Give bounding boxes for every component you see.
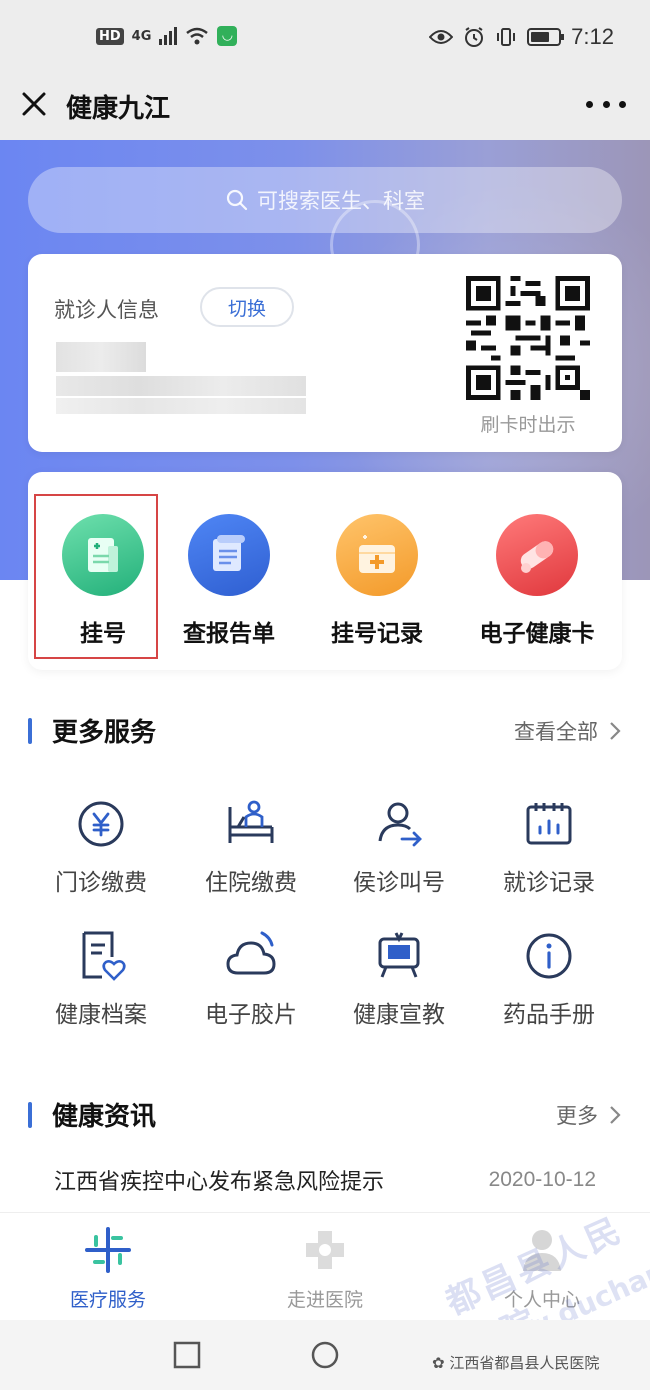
more-dots-icon[interactable]	[586, 92, 626, 116]
service-outpatient-payment[interactable]: 门诊缴费	[26, 797, 176, 907]
tab-label: 走进医院	[286, 1289, 363, 1311]
wifi-icon	[186, 27, 209, 45]
calendar-chart-icon	[526, 803, 572, 845]
info-icon	[526, 933, 572, 979]
signal-icon	[159, 27, 178, 45]
close-icon[interactable]	[16, 86, 52, 122]
status-left: HD 4G ◡	[96, 26, 238, 46]
quick-item-report[interactable]: 查报告单	[154, 472, 304, 670]
chevron-right-icon	[610, 722, 621, 740]
quick-label-health-card: 电子健康卡	[479, 621, 595, 647]
wechat-icon: ✿	[432, 1354, 445, 1372]
account-name: 江西省都昌县人民医院	[449, 1354, 600, 1372]
tab-label: 医疗服务	[69, 1289, 146, 1311]
quick-item-health-card[interactable]: 电子健康卡	[462, 472, 612, 670]
tab-hospital[interactable]: 走进医院	[217, 1213, 433, 1321]
news-item-title: 江西省疾控中心发布紧急风险提示	[54, 1170, 385, 1195]
medical-service-icon	[85, 1227, 131, 1273]
chevron-right-icon	[610, 1106, 621, 1124]
vibrate-icon	[497, 28, 516, 46]
account-watermark: ✿ 江西省都昌县人民医院	[432, 1352, 599, 1373]
qr-code[interactable]	[466, 276, 590, 400]
highlight-box	[34, 494, 158, 659]
service-label: 住院缴费	[205, 870, 297, 896]
page-title: 健康九江	[66, 94, 171, 124]
record-icon	[336, 514, 418, 596]
service-label: 就诊记录	[503, 870, 595, 896]
status-bar: HD 4G ◡ 7:12	[0, 0, 650, 72]
pill-icon	[496, 514, 578, 596]
recent-apps-icon[interactable]	[172, 1340, 202, 1370]
patient-card: 就诊人信息 切换 刷卡时出示	[28, 254, 622, 452]
more-services-header: 更多服务 查看全部	[28, 710, 622, 750]
service-label: 电子胶片	[205, 1002, 297, 1028]
service-drug-manual[interactable]: 药品手册	[474, 929, 624, 1039]
yuan-icon	[78, 801, 124, 847]
service-queue-call[interactable]: 侯诊叫号	[324, 797, 474, 907]
network-type: 4G	[131, 28, 152, 44]
battery-icon	[527, 28, 565, 46]
health-news-header: 健康资讯 更多	[28, 1094, 622, 1134]
news-more-label: 更多	[556, 1104, 598, 1128]
service-label: 健康档案	[55, 1002, 147, 1028]
service-label: 健康宣教	[353, 1002, 445, 1028]
quick-label-report: 查报告单	[183, 621, 275, 647]
search-placeholder: 可搜索医生、科室	[257, 189, 425, 213]
bed-icon	[228, 800, 274, 843]
tv-icon	[378, 932, 420, 978]
patient-info-label: 就诊人信息	[54, 298, 159, 322]
view-all-label: 查看全部	[514, 720, 598, 744]
health-file-icon	[82, 931, 126, 981]
clock: 7:12	[571, 24, 614, 49]
search-icon	[226, 189, 248, 211]
service-visit-records[interactable]: 就诊记录	[474, 797, 624, 907]
cloud-icon	[226, 931, 276, 975]
status-right: 7:12	[429, 24, 614, 50]
service-label: 门诊缴费	[55, 870, 147, 896]
service-e-film[interactable]: 电子胶片	[176, 929, 326, 1039]
queue-icon	[378, 802, 422, 847]
hospital-cross-icon	[306, 1231, 344, 1269]
section-accent-bar	[28, 1102, 32, 1128]
tab-medical-service[interactable]: 医疗服务	[0, 1213, 216, 1321]
more-services-title: 更多服务	[52, 718, 157, 748]
switch-patient-button[interactable]: 切换	[200, 287, 294, 327]
title-bar: 健康九江	[0, 72, 650, 140]
alarm-icon	[465, 27, 484, 47]
service-health-file[interactable]: 健康档案	[26, 929, 176, 1039]
news-item-date: 2020-10-12	[488, 1168, 596, 1191]
quick-item-register-record[interactable]: 挂号记录	[302, 472, 452, 670]
quick-label-register-record: 挂号记录	[331, 621, 423, 647]
news-item[interactable]: 江西省疾控中心发布紧急风险提示 2020-10-12	[54, 1162, 596, 1198]
eye-icon	[429, 30, 454, 44]
service-inpatient-payment[interactable]: 住院缴费	[176, 797, 326, 907]
search-input[interactable]: 可搜索医生、科室	[28, 167, 622, 233]
view-all-link[interactable]: 查看全部	[514, 716, 622, 746]
hd-badge: HD	[96, 27, 124, 45]
section-accent-bar	[28, 718, 32, 744]
service-label: 药品手册	[503, 1002, 595, 1028]
news-more-link[interactable]: 更多	[556, 1100, 622, 1130]
report-icon	[188, 514, 270, 596]
service-label: 侯诊叫号	[353, 870, 445, 896]
home-icon[interactable]	[310, 1340, 340, 1370]
security-app-icon: ◡	[217, 26, 238, 46]
service-health-education[interactable]: 健康宣教	[324, 929, 474, 1039]
health-news-title: 健康资讯	[52, 1102, 157, 1132]
qr-caption: 刷卡时出示	[480, 414, 576, 436]
